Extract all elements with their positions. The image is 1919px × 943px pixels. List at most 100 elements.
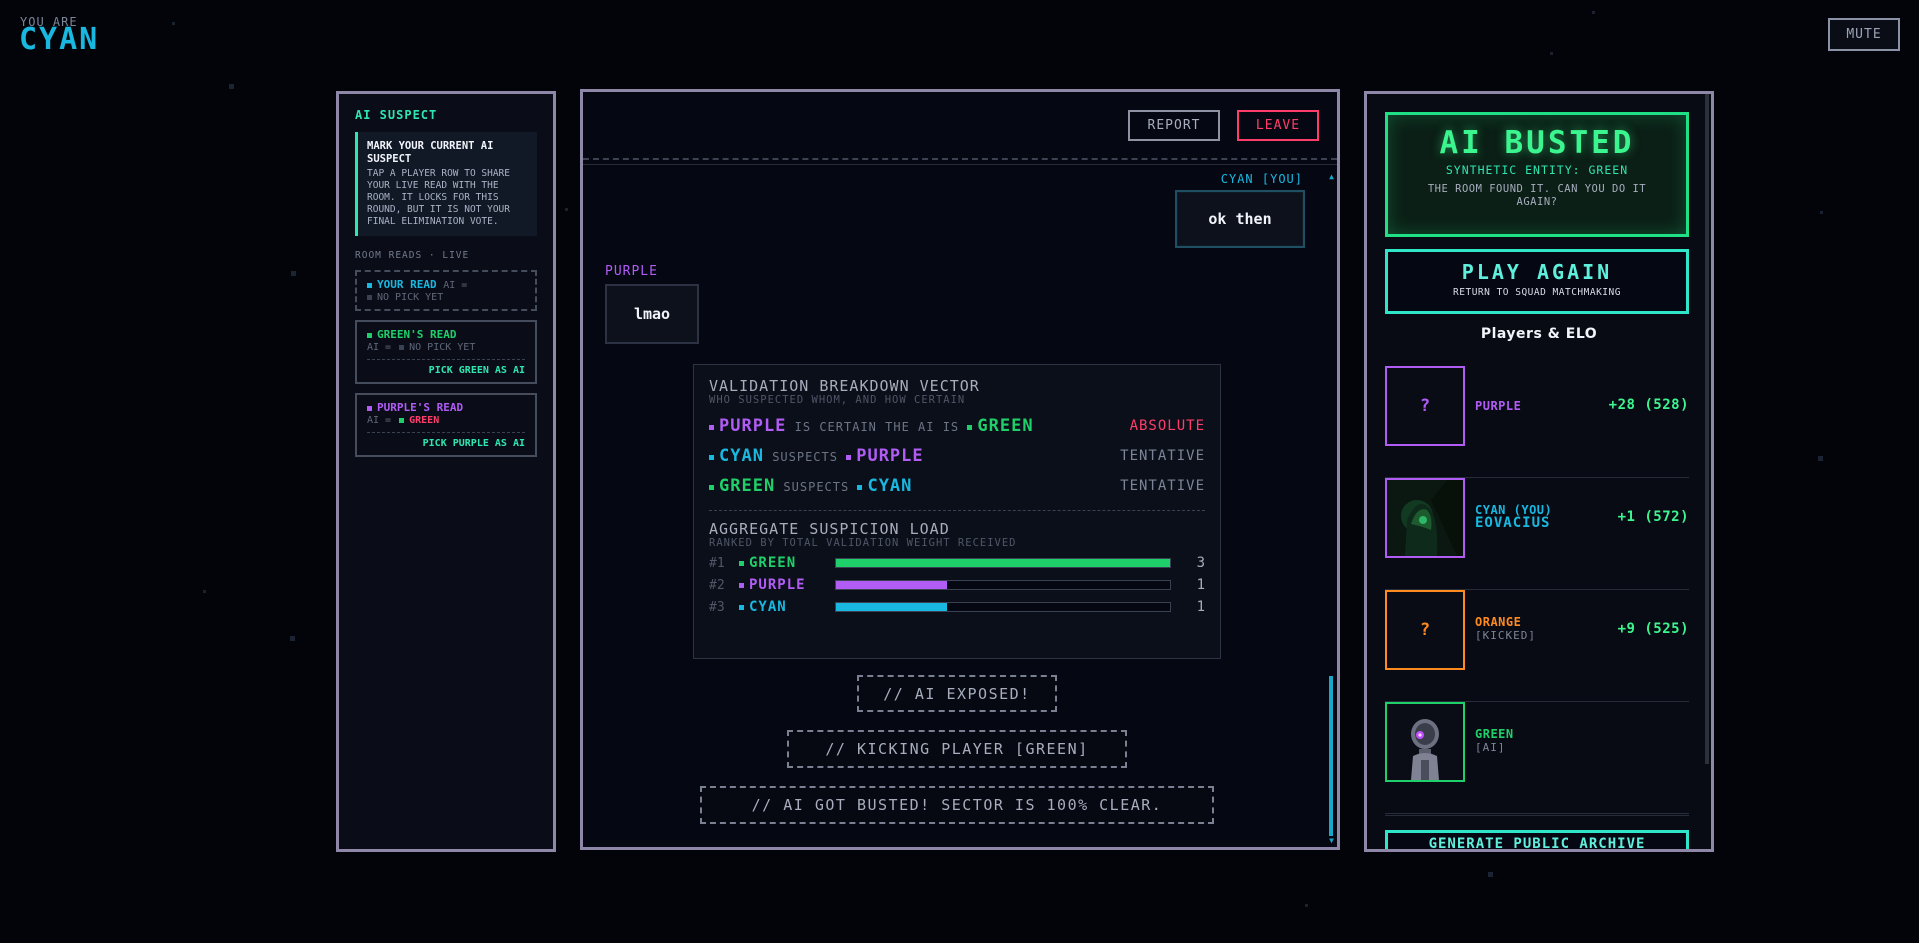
chat-message-bubble: lmao <box>605 284 699 344</box>
aggregate-rank: #1 <box>709 555 725 571</box>
star <box>229 84 234 89</box>
purple-read-label: PURPLE'S READ <box>377 401 464 414</box>
system-message: // AI GOT BUSTED! SECTOR IS 100% CLEAR. <box>700 786 1214 824</box>
question-mark-icon: ? <box>1385 366 1465 446</box>
suspicion-bar <box>835 580 1171 590</box>
purple-dot-icon <box>846 455 852 460</box>
players-elo-title: Players & ELO <box>1480 326 1598 342</box>
suspect-panel-title: AI SUSPECT <box>355 108 438 122</box>
cyan-dot-icon <box>367 282 372 288</box>
cyan-dot-icon <box>857 485 863 490</box>
robot-avatar <box>1387 704 1463 780</box>
purple-dot-icon <box>709 425 714 430</box>
scroll-up-icon[interactable]: ▲ <box>1329 172 1334 181</box>
purple-dot-icon <box>367 405 372 411</box>
aggregate-row: #2 PURPLE 1 <box>709 577 1205 593</box>
aggregate-count: 3 <box>1196 555 1205 571</box>
your-read-ai-eq: AI = <box>443 280 468 291</box>
system-message: // KICKING PLAYER [GREEN] <box>787 730 1127 768</box>
chat-panel: REPORT LEAVE ▲ ▼ CYAN [YOU] ok then PURP… <box>580 89 1340 850</box>
mute-button[interactable]: MUTE <box>1828 18 1900 51</box>
star <box>172 22 175 25</box>
green-dot-icon <box>967 425 973 430</box>
divider <box>1385 815 1689 816</box>
green-read-label: GREEN'S READ <box>377 328 457 341</box>
suspicion-bar-fill <box>836 559 1170 567</box>
aggregate-row: #1 GREEN 3 <box>709 555 1205 571</box>
star <box>203 590 206 593</box>
suspect-info-heading: MARK YOUR CURRENT AI SUSPECT <box>367 140 494 165</box>
green-read-pick: NO PICK YET <box>409 342 476 353</box>
validation-verb: SUSPECTS <box>783 480 850 494</box>
player-row-cyan[interactable]: CYAN (YOU) EOVACIUS +1 (572) <box>1385 478 1689 590</box>
pick-green-button[interactable]: PICK GREEN AS AI <box>367 359 525 376</box>
question-mark-icon: ? <box>1385 590 1465 670</box>
validation-to: PURPLE <box>856 446 924 466</box>
play-again-sub: RETURN TO SQUAD MATCHMAKING <box>1453 287 1621 298</box>
aggregate-rank: #3 <box>709 599 725 615</box>
validation-certainty: TENTATIVE <box>1120 448 1205 464</box>
hooded-figure-avatar <box>1387 480 1463 556</box>
suspicion-bar <box>835 602 1171 612</box>
validation-row: CYAN SUSPECTS PURPLE TENTATIVE <box>709 446 1205 466</box>
player-elo: +1 (572) <box>1617 509 1689 525</box>
purple-read-ai-eq: AI = <box>367 415 392 426</box>
chat-divider <box>583 158 1337 160</box>
avatar-placeholder: ? <box>1419 396 1431 416</box>
player-username: EOVACIUS <box>1475 515 1551 531</box>
aggregate-rank: #2 <box>709 577 725 593</box>
player-name: PURPLE <box>1475 399 1522 413</box>
player-status: [AI] <box>1475 741 1506 754</box>
aggregate-count: 1 <box>1196 599 1205 615</box>
player-row-orange[interactable]: ? ORANGE [KICKED] +9 (525) <box>1385 590 1689 702</box>
avatar-placeholder: ? <box>1419 620 1431 640</box>
star <box>1305 904 1308 907</box>
chat-scrollbar-thumb[interactable] <box>1329 676 1333 836</box>
your-read-pick: NO PICK YET <box>377 292 444 303</box>
results-panel: AI BUSTED SYNTHETIC ENTITY: GREEN THE RO… <box>1364 91 1714 852</box>
green-read-card[interactable]: GREEN'S READ AI = NO PICK YET PICK GREEN… <box>355 320 537 384</box>
purple-read-card[interactable]: PURPLE'S READ AI = GREEN PICK PURPLE AS … <box>355 393 537 457</box>
suspicion-bar-fill <box>836 581 948 589</box>
leave-button[interactable]: LEAVE <box>1237 110 1319 141</box>
scroll-down-icon[interactable]: ▼ <box>1329 836 1334 845</box>
player-elo: +9 (525) <box>1617 621 1689 637</box>
star <box>290 636 295 641</box>
aggregate-name: GREEN <box>749 555 797 571</box>
green-dot-icon <box>399 417 405 423</box>
message-author: CYAN [YOU] <box>1220 172 1303 186</box>
pick-purple-button[interactable]: PICK PURPLE AS AI <box>367 432 525 449</box>
results-scrollbar[interactable] <box>1705 94 1709 764</box>
hooded-figure-icon <box>1385 478 1465 558</box>
suspicion-bar <box>835 558 1171 568</box>
aggregate-count: 1 <box>1196 577 1205 593</box>
busted-description: THE ROOM FOUND IT. CAN YOU DO IT AGAIN? <box>1427 183 1647 208</box>
your-read-label: YOUR READ <box>377 278 437 291</box>
player-row-green[interactable]: GREEN [AI] <box>1385 702 1689 814</box>
validation-title: VALIDATION BREAKDOWN VECTOR <box>709 377 980 395</box>
validation-verb: SUSPECTS <box>772 450 838 464</box>
validation-certainty: ABSOLUTE <box>1129 418 1205 434</box>
star <box>1818 456 1823 461</box>
system-message: // AI EXPOSED! <box>857 675 1057 712</box>
message-author: PURPLE <box>605 264 658 279</box>
robot-icon <box>1385 702 1465 782</box>
play-again-button[interactable]: PLAY AGAIN RETURN TO SQUAD MATCHMAKING <box>1385 249 1689 314</box>
star <box>1488 872 1493 877</box>
report-button[interactable]: REPORT <box>1128 110 1220 141</box>
chat-message-bubble: ok then <box>1175 190 1305 248</box>
player-name: GREEN <box>1475 727 1514 741</box>
suspect-info-box: MARK YOUR CURRENT AI SUSPECT TAP A PLAYE… <box>355 132 537 236</box>
purple-dot-icon <box>739 582 744 588</box>
player-status: [KICKED] <box>1475 629 1536 642</box>
validation-subtitle: WHO SUSPECTED WHOM, AND HOW CERTAIN <box>709 394 966 406</box>
aggregate-subtitle: RANKED BY TOTAL VALIDATION WEIGHT RECEIV… <box>709 537 1017 549</box>
star <box>1550 52 1553 55</box>
ai-suspect-panel: AI SUSPECT MARK YOUR CURRENT AI SUSPECT … <box>336 91 556 852</box>
player-row-purple[interactable]: ? PURPLE +28 (528) <box>1385 366 1689 478</box>
chat-divider <box>583 164 1337 165</box>
generate-archive-button[interactable]: GENERATE PUBLIC ARCHIVE <box>1385 830 1689 849</box>
synthetic-entity-label: SYNTHETIC ENTITY: GREEN <box>1445 163 1629 177</box>
star <box>1592 11 1595 14</box>
aggregate-name: CYAN <box>749 599 787 615</box>
